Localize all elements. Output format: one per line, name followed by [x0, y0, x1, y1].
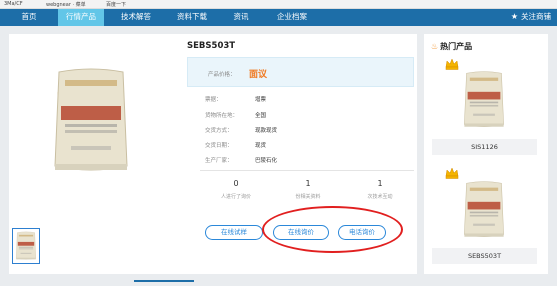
product-thumbnail[interactable]	[12, 228, 40, 264]
stat-label: 份相关资料	[295, 194, 321, 200]
main-nav: 首页 行情产品 技术解答 资料下载 资讯 企业档案 ★ 关注商铺	[0, 9, 557, 26]
attr-value: 巴陵石化	[255, 158, 278, 164]
toolbar-item[interactable]: 百度一下	[106, 1, 126, 8]
attr-key: 生产厂家：	[205, 158, 233, 164]
product-image[interactable]	[50, 66, 132, 176]
attr-value: 现货	[255, 143, 267, 149]
stat-label: 次技术互动	[367, 194, 393, 200]
browser-toolbar: 3Ma/CF webgnear · 菜单 百度一下	[0, 0, 557, 9]
price-label: 产品价格：	[208, 72, 236, 78]
stat-documents[interactable]: 1 份相关资料	[272, 179, 344, 200]
crown-icon	[445, 167, 459, 179]
attr-key: 票据：	[205, 97, 222, 103]
star-icon: ★	[510, 12, 518, 21]
attr-delivery-method: 交货方式： 现款现货	[205, 126, 277, 134]
bottom-strip-segment	[134, 280, 194, 282]
stat-label: 人进行了询价	[220, 194, 251, 200]
attr-key: 交货方式：	[205, 128, 233, 134]
attr-key: 交货日期：	[205, 143, 233, 149]
hot-product-image[interactable]	[459, 180, 509, 240]
attr-value: 增票	[255, 97, 267, 103]
stat-tech-interactions[interactable]: 1 次技术互动	[344, 179, 416, 200]
attr-value: 全国	[255, 113, 267, 119]
nav-company[interactable]: 企业档案	[270, 9, 314, 26]
nav-tech[interactable]: 技术解答	[114, 9, 158, 26]
bottom-strip	[0, 280, 557, 286]
thumbnail-image	[15, 231, 37, 261]
attr-value: 现款现货	[255, 128, 278, 134]
attr-invoice: 票据： 增票	[205, 95, 266, 103]
stat-inquiries: 0 人进行了询价	[200, 179, 272, 200]
nav-products[interactable]: 行情产品	[58, 9, 104, 26]
attr-delivery-date: 交货日期： 现货	[205, 141, 266, 149]
price-box: 产品价格： 面议	[187, 57, 414, 87]
crown-icon	[445, 58, 459, 70]
stat-number: 1	[305, 179, 311, 188]
follow-label: 关注商铺	[521, 12, 551, 21]
stat-number: 0	[233, 179, 239, 188]
product-title: SEBS503T	[187, 41, 236, 51]
divider	[200, 170, 414, 171]
stat-number: 1	[377, 179, 383, 188]
online-sample-button[interactable]: 在线试样	[205, 225, 263, 240]
nav-downloads[interactable]: 资料下载	[170, 9, 214, 26]
hot-products-label: 热门产品	[440, 42, 473, 51]
toolbar-item[interactable]: webgnear · 菜单	[46, 1, 86, 8]
nav-news[interactable]: 资讯	[226, 9, 256, 26]
highlight-circle-annotation	[262, 206, 403, 253]
hot-products-title: ♨ 热门产品	[431, 41, 472, 52]
fire-icon: ♨	[431, 42, 439, 51]
attr-key: 货物所在地：	[205, 113, 239, 119]
attr-location: 货物所在地： 全国	[205, 111, 266, 119]
nav-home[interactable]: 首页	[12, 9, 46, 26]
follow-store-button[interactable]: ★ 关注商铺	[511, 9, 551, 26]
price-value: 面议	[249, 70, 268, 80]
hot-product-image[interactable]	[459, 70, 509, 130]
toolbar-item[interactable]: 3Ma/CF	[4, 1, 23, 7]
attr-manufacturer: 生产厂家： 巴陵石化	[205, 156, 277, 164]
hot-product-name[interactable]: SEBS503T	[432, 248, 537, 264]
hot-product-name[interactable]: SIS1126	[432, 139, 537, 155]
